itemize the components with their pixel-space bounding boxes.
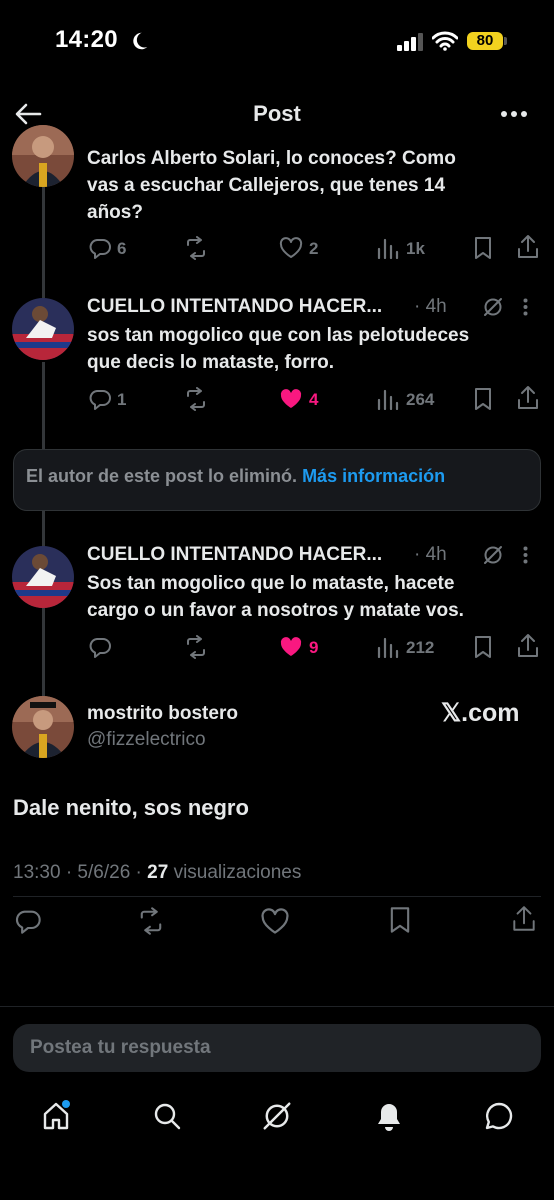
reply-count: 6 [117,239,127,258]
views-icon[interactable] [377,636,399,658]
reply-text: Carlos Alberto Solari, lo conoces? Como … [87,148,456,223]
like-icon[interactable] [260,908,290,935]
grok-icon[interactable] [482,544,504,566]
moon-icon [128,30,150,52]
battery-tip [504,37,507,45]
share-icon[interactable] [511,905,537,933]
repost-icon[interactable] [136,907,166,935]
divider [0,1006,554,1007]
reply-icon[interactable] [14,907,42,935]
notifications-icon[interactable] [374,1101,404,1133]
grok-icon[interactable] [482,296,504,318]
like-count: 2 [309,239,319,258]
signal-icon [396,33,426,51]
reply-input-placeholder: Postea tu respuesta [30,1037,211,1058]
views-icon[interactable] [377,237,399,259]
share-icon[interactable] [516,385,540,411]
author-name[interactable]: CUELLO INTENTANDO HACER... [87,544,382,566]
wifi-icon [432,31,458,51]
bookmark-icon[interactable] [472,387,494,411]
reply-icon[interactable] [88,635,112,659]
author-name[interactable]: CUELLO INTENTANDO HACER... [87,296,382,318]
grok-icon[interactable] [262,1101,292,1131]
messages-icon[interactable] [484,1101,514,1131]
reply-icon[interactable] [88,236,112,260]
avatar[interactable] [12,125,74,187]
reply-icon[interactable] [88,387,112,411]
post-metadata: 13:30 · 5/6/26 · 27 visualizaciones [13,862,302,883]
author-name[interactable]: mostrito bostero [87,703,238,725]
bookmark-icon[interactable] [472,635,494,659]
author-handle[interactable]: @fizzelectrico [87,729,206,751]
more-icon[interactable] [523,298,528,316]
views-count: 1k [406,239,425,258]
reply-text: Sos tan mogolico que lo mataste, hacete … [87,573,464,621]
more-icon[interactable] [500,110,528,118]
avatar[interactable] [12,546,74,608]
post-text: Dale nenito, sos negro [13,795,249,820]
thread-line [42,362,45,449]
like-icon[interactable] [279,636,303,658]
like-count: 4 [309,390,319,409]
post-time: · 4h [414,544,447,565]
share-icon[interactable] [516,633,540,659]
reply-count: 1 [117,390,127,409]
repost-icon[interactable] [183,635,209,659]
bookmark-icon[interactable] [387,906,413,934]
views-count: 264 [406,390,435,409]
thread-line [42,180,45,298]
source-label: 𝕏.com [441,699,520,727]
avatar[interactable] [12,696,74,758]
more-icon[interactable] [523,546,528,564]
divider [13,896,541,897]
home-icon[interactable] [40,1100,72,1132]
status-time: 14:20 [55,26,118,53]
views-count: 212 [406,638,435,657]
repost-icon[interactable] [183,236,209,260]
like-icon[interactable] [279,388,303,410]
repost-icon[interactable] [183,387,209,411]
search-icon[interactable] [152,1101,182,1131]
like-icon[interactable] [279,237,303,259]
avatar[interactable] [12,298,74,360]
share-icon[interactable] [516,234,540,260]
page-title: Post [253,101,301,126]
thread-line [42,608,45,696]
bookmark-icon[interactable] [472,236,494,260]
reply-text: sos tan mogolico que con las pelotudeces… [87,325,470,373]
thread-line [42,511,45,548]
battery-indicator: 80 [467,32,503,50]
post-time: · 4h [414,296,447,317]
like-count: 9 [309,638,319,657]
more-info-link[interactable]: Más información [302,466,445,486]
deleted-post-text: El autor de este post lo eliminó. Más in… [26,466,446,486]
views-icon[interactable] [377,388,399,410]
